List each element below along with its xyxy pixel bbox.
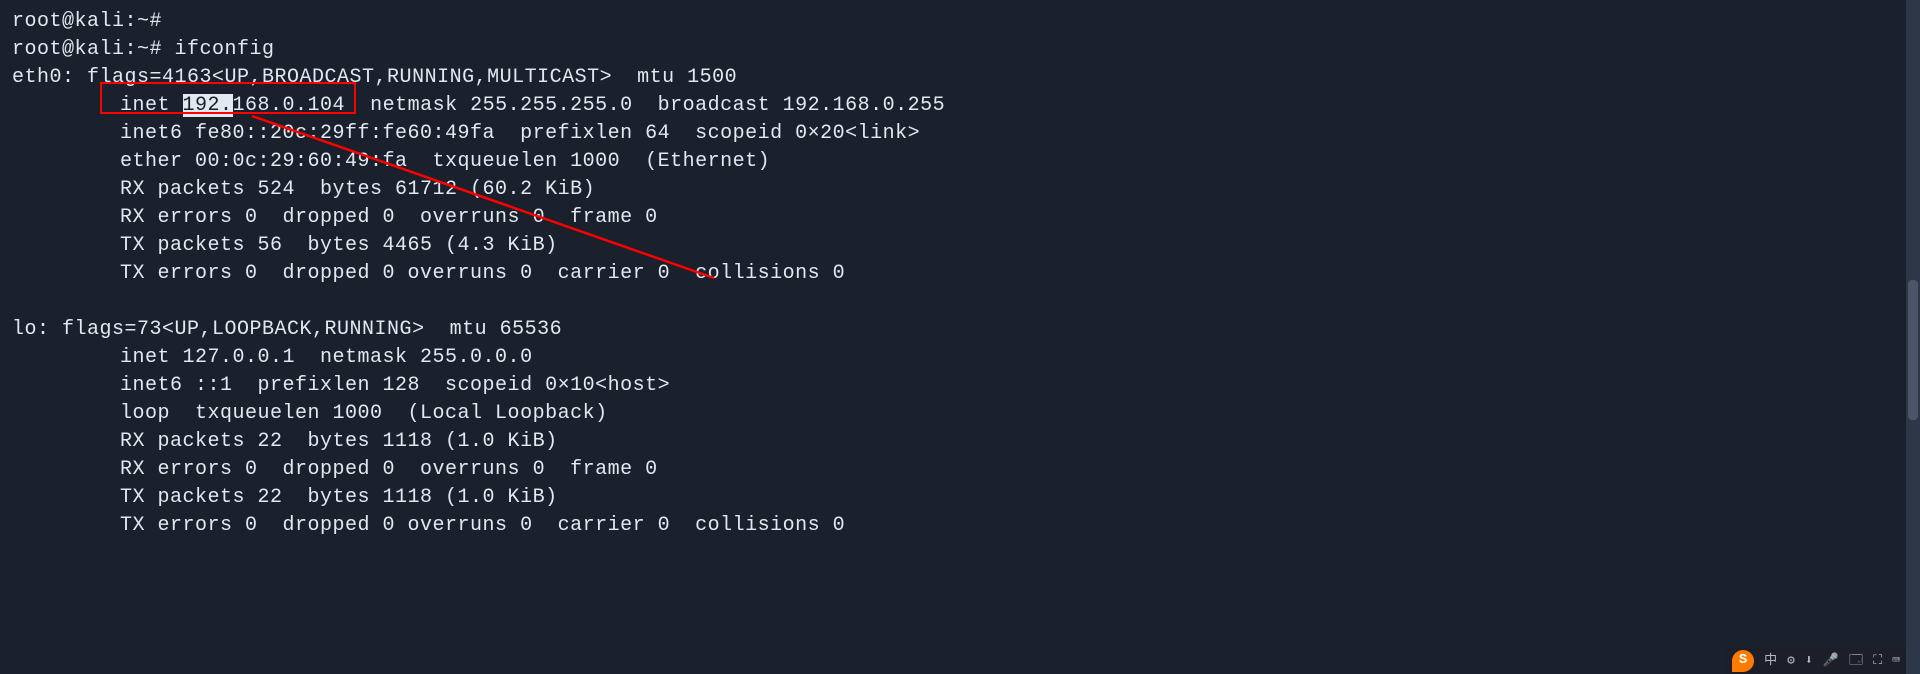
eth0-tx-packets: TX packets 56 bytes 4465 (4.3 KiB) <box>12 232 1908 260</box>
eth0-inet6: inet6 fe80::20c:29ff:fe60:49fa prefixlen… <box>12 120 1908 148</box>
inet-label: inet <box>120 94 183 117</box>
tray-window-icon[interactable]: 🗔 <box>1849 652 1863 670</box>
lo-tx-packets: TX packets 22 bytes 1118 (1.0 KiB) <box>12 484 1908 512</box>
system-tray: S 中 ⚙ ⬇ 🎤 🗔 ⛶ ⌨ <box>1726 648 1906 674</box>
inet-ip-rest: 168.0.104 <box>233 94 346 117</box>
lo-tx-errors: TX errors 0 dropped 0 overruns 0 carrier… <box>12 512 1908 540</box>
eth0-rx-packets: RX packets 524 bytes 61712 (60.2 KiB) <box>12 176 1908 204</box>
eth0-header: eth0: flags=4163<UP,BROADCAST,RUNNING,MU… <box>12 64 1908 92</box>
inet-mask-broadcast: netmask 255.255.255.0 broadcast 192.168.… <box>345 94 945 117</box>
scrollbar-track[interactable] <box>1906 0 1920 674</box>
prompt-line-command: root@kali:~# ifconfig <box>12 36 1908 64</box>
prompt-line-empty: root@kali:~# <box>12 8 1908 36</box>
tray-settings-icon[interactable]: ⚙ <box>1787 652 1795 670</box>
tray-download-icon[interactable]: ⬇ <box>1805 652 1813 670</box>
lo-inet: inet 127.0.0.1 netmask 255.0.0.0 <box>12 344 1908 372</box>
inet-ip-highlighted: 192. <box>183 94 233 117</box>
lo-header: lo: flags=73<UP,LOOPBACK,RUNNING> mtu 65… <box>12 316 1908 344</box>
lo-inet6: inet6 ::1 prefixlen 128 scopeid 0×10<hos… <box>12 372 1908 400</box>
lo-loop: loop txqueuelen 1000 (Local Loopback) <box>12 400 1908 428</box>
tray-fullscreen-icon[interactable]: ⛶ <box>1873 652 1882 670</box>
tray-ime-icon[interactable]: S <box>1732 650 1754 672</box>
tray-keyboard-icon[interactable]: ⌨ <box>1892 652 1900 670</box>
eth0-rx-errors: RX errors 0 dropped 0 overruns 0 frame 0 <box>12 204 1908 232</box>
eth0-inet-line: inet 192.168.0.104 netmask 255.255.255.0… <box>12 92 1908 120</box>
tray-lang-icon[interactable]: 中 <box>1764 652 1777 670</box>
tray-mic-icon[interactable]: 🎤 <box>1823 652 1839 670</box>
lo-rx-packets: RX packets 22 bytes 1118 (1.0 KiB) <box>12 428 1908 456</box>
eth0-tx-errors: TX errors 0 dropped 0 overruns 0 carrier… <box>12 260 1908 288</box>
eth0-ether: ether 00:0c:29:60:49:fa txqueuelen 1000 … <box>12 148 1908 176</box>
blank-line <box>12 288 1908 316</box>
scrollbar-thumb[interactable] <box>1908 280 1918 420</box>
lo-rx-errors: RX errors 0 dropped 0 overruns 0 frame 0 <box>12 456 1908 484</box>
